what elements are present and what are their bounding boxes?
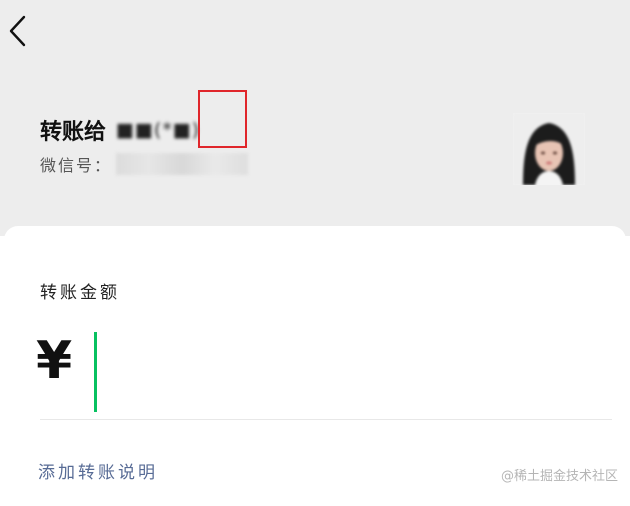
recipient-name-masked: ■■(*■): [116, 119, 201, 141]
highlight-annotation-box: [198, 90, 247, 148]
add-transfer-note-link[interactable]: 添加转账说明: [38, 458, 158, 483]
divider: [40, 419, 612, 420]
transfer-to-label: 转账给: [40, 120, 107, 145]
wechat-id-masked: [116, 153, 249, 175]
watermark: @稀土掘金技术社区: [500, 469, 618, 484]
input-caret: [94, 332, 97, 412]
wechat-id-label: 微信号：: [40, 156, 113, 175]
back-button[interactable]: [6, 14, 28, 48]
avatar-image: [513, 113, 585, 185]
recipient-title: 转账给 ■■(*■): [40, 114, 200, 146]
avatar[interactable]: [513, 113, 585, 185]
wechat-id-row: 微信号：: [40, 152, 249, 176]
amount-label: 转账金额: [40, 283, 120, 303]
amount-input[interactable]: [92, 332, 600, 412]
currency-symbol: ¥: [36, 331, 73, 391]
chevron-left-icon: [9, 15, 26, 47]
